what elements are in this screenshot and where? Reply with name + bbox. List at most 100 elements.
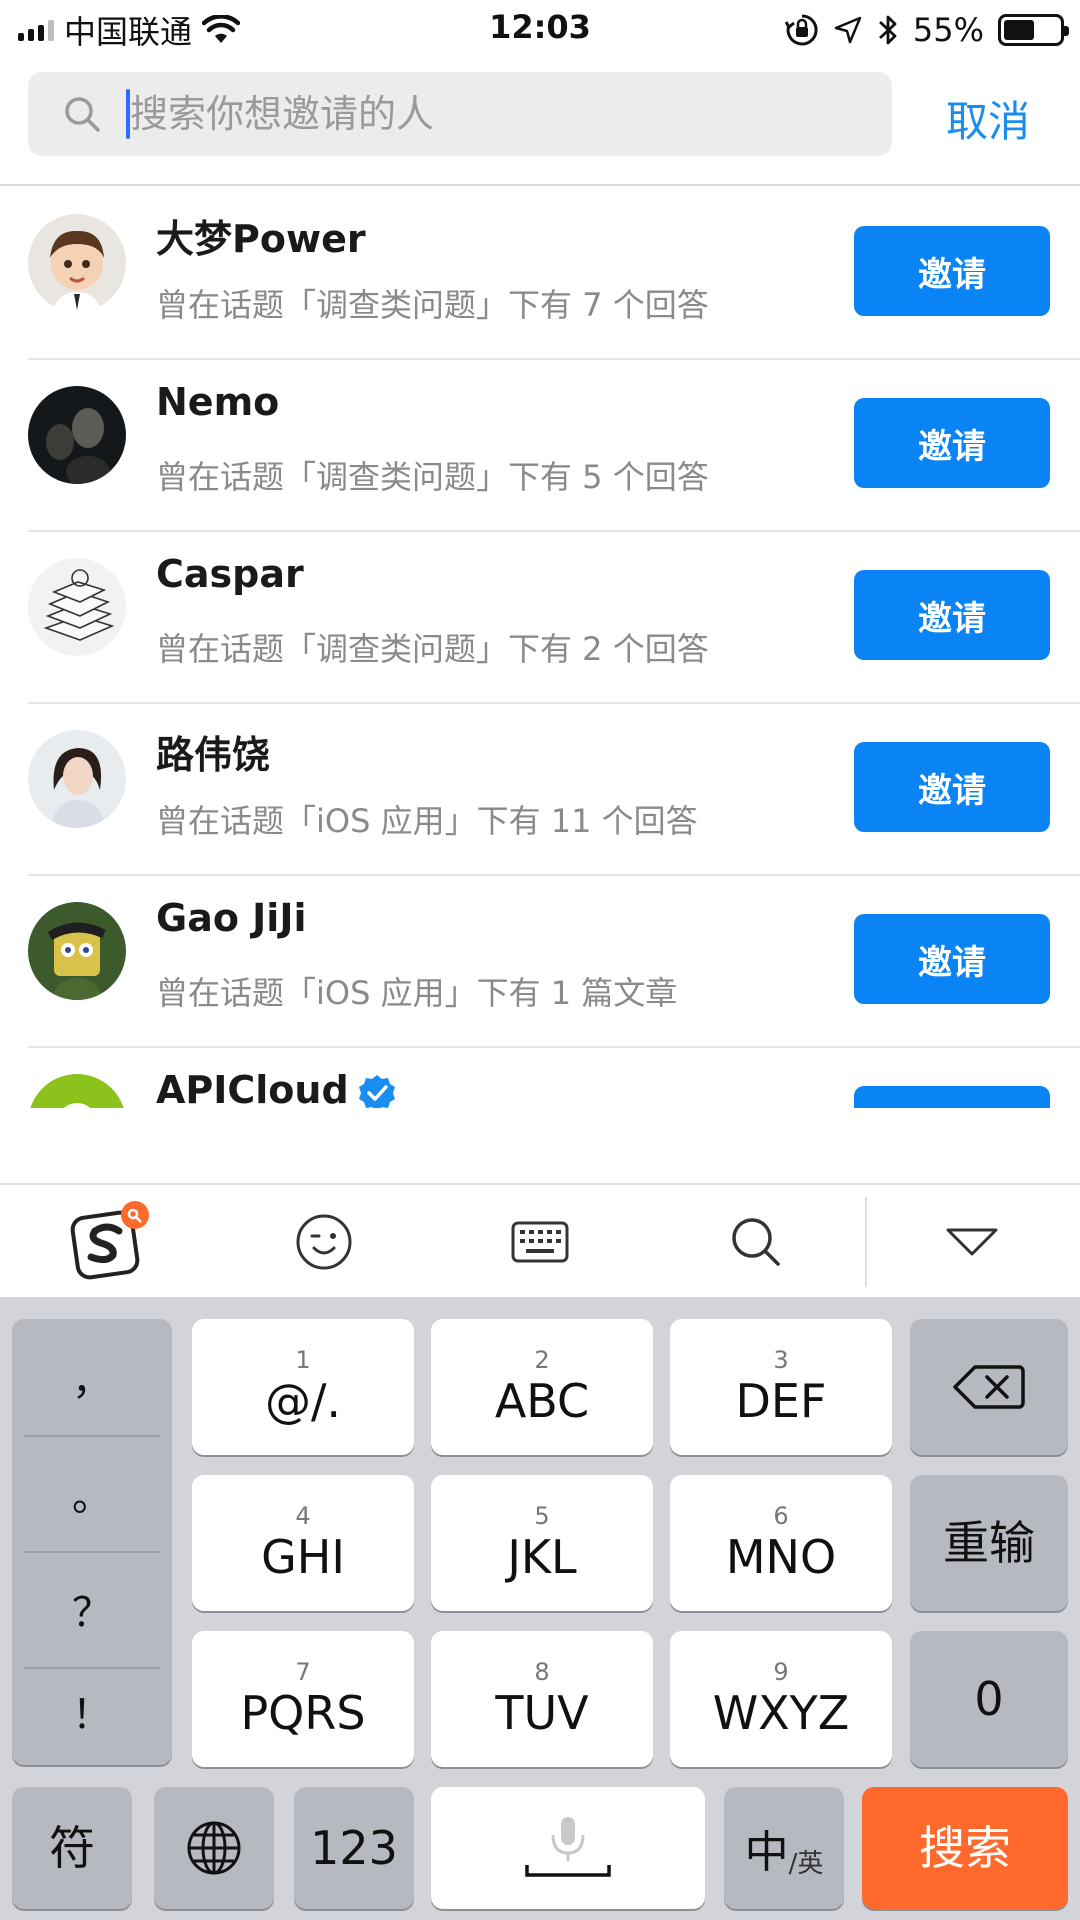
lang-main-label: 中: [744, 1827, 789, 1878]
key-letters: JKL: [507, 1530, 577, 1584]
verified-badge-icon: [358, 1074, 395, 1108]
key-letters: @/.: [264, 1374, 342, 1428]
symbol-key[interactable]: 符: [12, 1787, 132, 1909]
reinput-key[interactable]: 重输: [910, 1475, 1068, 1611]
battery-percent: 55%: [912, 11, 984, 49]
battery-icon: [998, 14, 1069, 46]
key-0[interactable]: 0: [910, 1631, 1068, 1767]
sogou-logo-icon[interactable]: [0, 1185, 216, 1299]
key-7[interactable]: 7 PQRS: [192, 1631, 414, 1767]
user-row[interactable]: 大梦Power 曾在话题「调查类问题」下有 7 个回答 邀请: [28, 188, 1080, 360]
user-subtitle: 曾在话题「iOS 应用」下有 11 个回答: [156, 802, 698, 840]
user-subtitle: 曾在话题「调查类问题」下有 2 个回答: [156, 630, 709, 668]
user-row[interactable]: 路伟饶 曾在话题「iOS 应用」下有 11 个回答 邀请: [28, 704, 1080, 876]
bluetooth-icon: [878, 15, 897, 45]
user-name: Nemo: [156, 380, 280, 424]
search-box[interactable]: [28, 72, 892, 156]
user-subtitle: 曾在话题「调查类问题」下有 7 个回答: [156, 286, 709, 324]
key-letters: TUV: [495, 1686, 589, 1740]
key-label: 符: [49, 1821, 95, 1875]
key-number: 5: [534, 1502, 550, 1530]
search-input[interactable]: [130, 92, 850, 136]
user-name: 大梦Power: [156, 217, 366, 261]
punctuation-column[interactable]: ， 。 ？ ！: [12, 1319, 172, 1765]
key-number: 1: [295, 1346, 311, 1374]
orientation-lock-icon: [784, 14, 818, 46]
avatar[interactable]: [28, 1074, 126, 1108]
user-subtitle: 曾在话题「调查类问题」下有 5 个回答: [156, 458, 709, 496]
key-number: 7: [295, 1658, 311, 1686]
user-name: 路伟饶: [156, 733, 271, 777]
user-row[interactable]: Nemo 曾在话题「调查类问题」下有 5 个回答 邀请: [28, 360, 1080, 532]
key-letters: WXYZ: [712, 1686, 850, 1740]
key-number: 8: [534, 1658, 550, 1686]
emoji-icon[interactable]: [216, 1185, 432, 1299]
key-label: 重输: [943, 1516, 1035, 1570]
key-4[interactable]: 4 GHI: [192, 1475, 414, 1611]
key-number: 6: [773, 1502, 789, 1530]
search-icon: [65, 97, 100, 132]
number-mode-key[interactable]: 123: [294, 1787, 414, 1909]
cancel-button[interactable]: 取消: [946, 88, 1030, 149]
user-subtitle: 曾在话题「iOS 应用」下有 1 篇文章: [156, 974, 678, 1012]
key-letters: GHI: [261, 1530, 345, 1584]
avatar[interactable]: [28, 214, 126, 312]
globe-key[interactable]: [154, 1787, 274, 1909]
language-switch-key[interactable]: 中 /英: [724, 1787, 844, 1909]
lang-sub-label: /英: [788, 1849, 824, 1879]
globe-icon: [187, 1821, 241, 1875]
collapse-keyboard-icon[interactable]: [864, 1185, 1080, 1299]
invite-button[interactable]: 邀请: [854, 398, 1050, 488]
key-3[interactable]: 3 DEF: [670, 1319, 892, 1455]
key-letters: ABC: [494, 1374, 590, 1428]
punct-question-key[interactable]: ？: [24, 1551, 160, 1667]
punct-period-key[interactable]: 。: [24, 1435, 160, 1551]
punct-exclaim-key[interactable]: ！: [24, 1653, 160, 1769]
backspace-key[interactable]: [910, 1319, 1068, 1455]
invite-button[interactable]: 邀请: [854, 742, 1050, 832]
key-letters: MNO: [725, 1530, 837, 1584]
invite-button[interactable]: 邀请: [854, 570, 1050, 660]
key-letters: PQRS: [240, 1686, 366, 1740]
user-name: APICloud: [156, 1068, 397, 1108]
key-9[interactable]: 9 WXYZ: [670, 1631, 892, 1767]
key-label: 123: [310, 1821, 398, 1875]
user-row[interactable]: APICloud 邀请: [28, 1048, 1080, 1108]
user-name-text: APICloud: [156, 1068, 349, 1108]
key-number: 9: [773, 1658, 789, 1686]
microphone-icon: [525, 1817, 611, 1877]
user-name: Caspar: [156, 552, 304, 596]
status-bar: 中国联通 12:03 55%: [0, 0, 1080, 60]
key-2[interactable]: 2 ABC: [431, 1319, 653, 1455]
avatar[interactable]: [28, 386, 126, 484]
search-key[interactable]: 搜索: [862, 1787, 1068, 1909]
invite-button[interactable]: 邀请: [854, 1086, 1050, 1108]
key-number: 3: [773, 1346, 789, 1374]
status-right: 55%: [784, 8, 1069, 52]
backspace-icon: [953, 1365, 1025, 1409]
location-icon: [834, 16, 862, 44]
user-row[interactable]: Gao JiJi 曾在话题「iOS 应用」下有 1 篇文章 邀请: [28, 876, 1080, 1048]
key-label: 0: [974, 1672, 1004, 1726]
search-icon[interactable]: [648, 1185, 864, 1299]
key-label: 搜索: [919, 1821, 1011, 1875]
voice-space-key[interactable]: [431, 1787, 705, 1909]
key-6[interactable]: 6 MNO: [670, 1475, 892, 1611]
keyboard-toolbar: [0, 1183, 1080, 1297]
avatar[interactable]: [28, 902, 126, 1000]
key-1[interactable]: 1 @/.: [192, 1319, 414, 1455]
invite-button[interactable]: 邀请: [854, 226, 1050, 316]
key-5[interactable]: 5 JKL: [431, 1475, 653, 1611]
search-header: 取消: [0, 60, 1080, 186]
avatar[interactable]: [28, 730, 126, 828]
key-number: 2: [534, 1346, 550, 1374]
key-number: 4: [295, 1502, 311, 1530]
keyboard-icon[interactable]: [432, 1185, 648, 1299]
punct-comma-key[interactable]: ，: [24, 1319, 160, 1435]
invite-button[interactable]: 邀请: [854, 914, 1050, 1004]
avatar[interactable]: [28, 558, 126, 656]
user-row[interactable]: Caspar 曾在话题「调查类问题」下有 2 个回答 邀请: [28, 532, 1080, 704]
key-letters: DEF: [735, 1374, 827, 1428]
invite-user-list: 大梦Power 曾在话题「调查类问题」下有 7 个回答 邀请 Nemo 曾在话题…: [0, 188, 1080, 1108]
key-8[interactable]: 8 TUV: [431, 1631, 653, 1767]
